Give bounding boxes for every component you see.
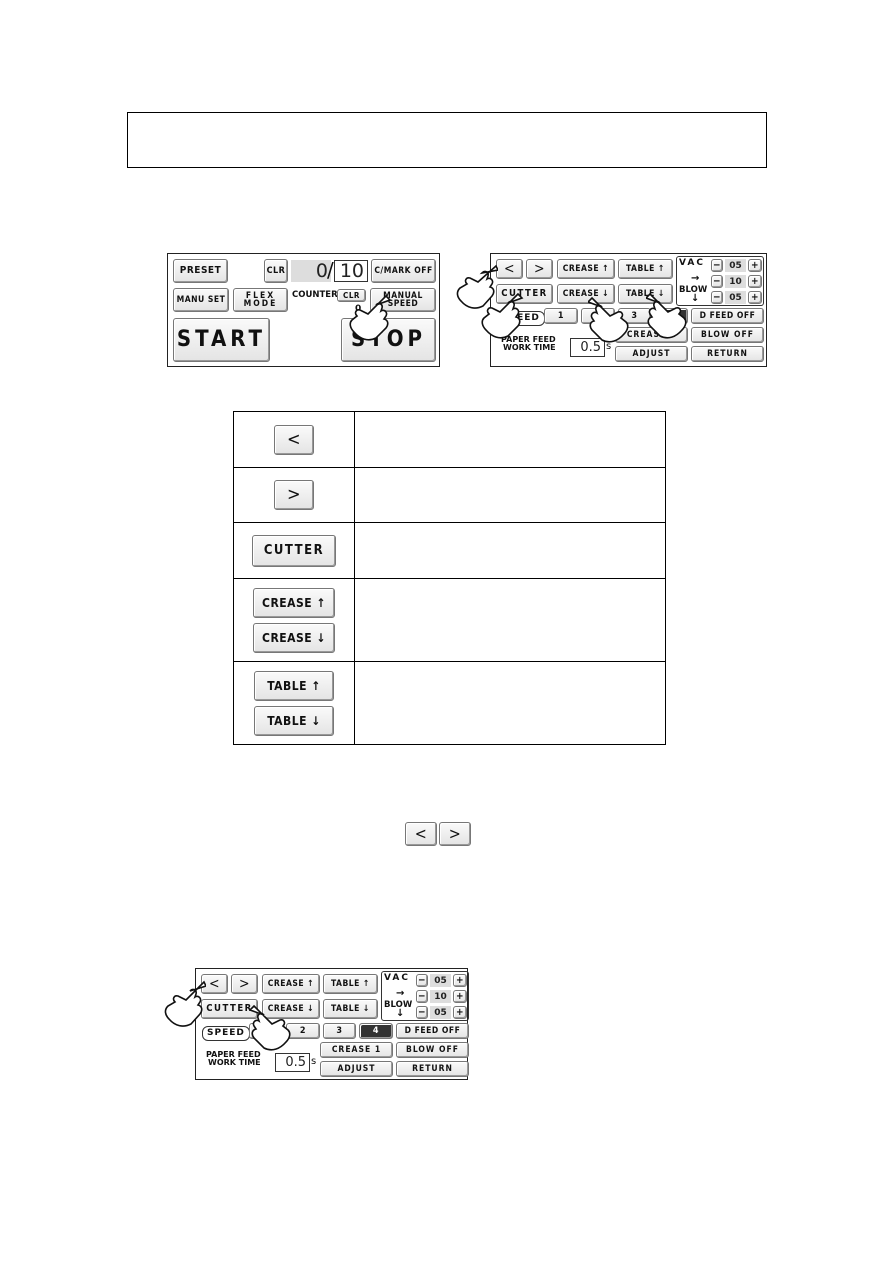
description-cell <box>354 467 666 523</box>
vac-minus-button[interactable]: − <box>416 974 428 987</box>
button-cell: CREASE ↑ CREASE ↓ <box>233 578 355 662</box>
description-cell <box>354 661 666 745</box>
start-button[interactable]: START <box>173 318 270 362</box>
blow-label: BLOW <box>384 1000 413 1010</box>
blow-v-plus-button[interactable]: + <box>748 291 762 304</box>
next-button[interactable]: > <box>526 259 553 279</box>
button-cell: < <box>233 411 355 468</box>
table-row: > <box>233 467 666 523</box>
work-time-unit: s <box>311 1056 317 1067</box>
counter-target-input[interactable]: 10 <box>334 260 368 282</box>
vac-plus-button[interactable]: + <box>748 259 762 272</box>
table-down-button[interactable]: TABLE ↓ <box>323 999 378 1019</box>
vac-minus-button[interactable]: − <box>711 259 723 272</box>
counter-value: 0 <box>291 260 331 282</box>
prev-button[interactable]: < <box>496 259 523 279</box>
adjust-button[interactable]: ADJUST <box>615 346 688 362</box>
counter-label: COUNTER <box>292 290 338 300</box>
blow-h-minus-button[interactable]: − <box>416 990 428 1003</box>
crease-up-button[interactable]: CREASE ↑ <box>557 259 615 279</box>
table-row: CREASE ↑ CREASE ↓ <box>233 578 666 662</box>
preset-button[interactable]: PRESET <box>173 259 228 283</box>
speed-4-button[interactable]: 4 <box>359 1023 393 1039</box>
manual-screen-panel: → ↓ < > CREASE ↑ TABLE ↑ CUTTER CREASE ↓ TABLE ↓… <box>195 968 469 1080</box>
blow-h-plus-button[interactable]: + <box>748 275 762 288</box>
button-reference-table: < > CUTTER CREASE ↑ CREASE ↓ TABLE ↑ TAB… <box>233 411 666 745</box>
blow-v-value: 05 <box>430 1006 451 1019</box>
table-row: < <box>233 411 666 468</box>
button-cell: TABLE ↑ TABLE ↓ <box>233 661 355 745</box>
adjust-button[interactable]: ADJUST <box>320 1061 393 1077</box>
pointing-hand-icon <box>250 1004 291 1051</box>
button-cell: > <box>233 467 355 523</box>
vac-value: 05 <box>430 974 451 987</box>
speed-label: SPEED <box>202 1026 250 1041</box>
d-feed-off-button[interactable]: D FEED OFF <box>691 308 764 324</box>
description-cell <box>354 411 666 468</box>
pointing-hand-icon <box>164 980 206 1027</box>
vac-plus-button[interactable]: + <box>453 974 467 987</box>
cutter-button[interactable]: CUTTER <box>252 534 336 567</box>
header-box <box>127 112 767 168</box>
pointing-hand-icon <box>588 296 629 343</box>
vac-label: VAC <box>679 258 705 268</box>
table-down-button[interactable]: TABLE ↓ <box>254 705 334 736</box>
blow-off-button[interactable]: BLOW OFF <box>691 327 764 343</box>
button-cell: CUTTER <box>233 522 355 579</box>
prev-button[interactable]: < <box>405 822 437 846</box>
table-up-button[interactable]: TABLE ↑ <box>618 259 673 279</box>
pointing-hand-icon <box>646 292 687 339</box>
blow-off-button[interactable]: BLOW OFF <box>396 1042 469 1058</box>
description-cell <box>354 578 666 662</box>
blow-v-plus-button[interactable]: + <box>453 1006 467 1019</box>
table-row: CUTTER <box>233 522 666 579</box>
blow-h-value: 10 <box>430 990 451 1003</box>
pointing-hand-icon <box>481 292 524 339</box>
crease-1-button[interactable]: CREASE 1 <box>320 1042 393 1058</box>
manu-set-button[interactable]: MANU SET <box>173 288 229 312</box>
blow-v-value: 05 <box>725 291 746 304</box>
blow-h-plus-button[interactable]: + <box>453 990 467 1003</box>
vac-label: VAC <box>384 973 410 983</box>
speed-1-button[interactable]: 1 <box>544 308 578 324</box>
clear-button[interactable]: CLR <box>264 259 288 283</box>
prev-button[interactable]: < <box>274 424 314 455</box>
next-button[interactable]: > <box>274 480 314 510</box>
vac-value: 05 <box>725 259 746 272</box>
speed-3-button[interactable]: 3 <box>323 1023 356 1039</box>
work-time-input[interactable]: 0.5 <box>275 1053 310 1072</box>
flex-mode-button[interactable]: FLEX MODE <box>233 288 288 312</box>
table-up-button[interactable]: TABLE ↑ <box>254 670 334 701</box>
cmark-off-button[interactable]: C/MARK OFF <box>371 259 436 283</box>
blow-v-minus-button[interactable]: − <box>416 1006 428 1019</box>
pointing-hand-icon <box>349 294 392 341</box>
blow-h-minus-button[interactable]: − <box>711 275 723 288</box>
d-feed-off-button[interactable]: D FEED OFF <box>396 1023 469 1039</box>
main-screen-panel: PRESET CLR 0 / 10 C/MARK OFF MANU SET FL… <box>167 253 440 367</box>
crease-down-button[interactable]: CREASE ↓ <box>253 622 335 653</box>
counter-slash: / <box>327 258 334 282</box>
next-button[interactable]: > <box>231 974 258 994</box>
blow-v-minus-button[interactable]: − <box>711 291 723 304</box>
crease-up-button[interactable]: CREASE ↑ <box>253 587 335 618</box>
return-button[interactable]: RETURN <box>691 346 764 362</box>
manual-page: PRESET CLR 0 / 10 C/MARK OFF MANU SET FL… <box>0 0 893 1263</box>
blow-h-value: 10 <box>725 275 746 288</box>
crease-up-button[interactable]: CREASE ↑ <box>262 974 320 994</box>
next-button[interactable]: > <box>439 822 471 846</box>
return-button[interactable]: RETURN <box>396 1061 469 1077</box>
table-up-button[interactable]: TABLE ↑ <box>323 974 378 994</box>
table-row: TABLE ↑ TABLE ↓ <box>233 661 666 745</box>
description-cell <box>354 522 666 579</box>
